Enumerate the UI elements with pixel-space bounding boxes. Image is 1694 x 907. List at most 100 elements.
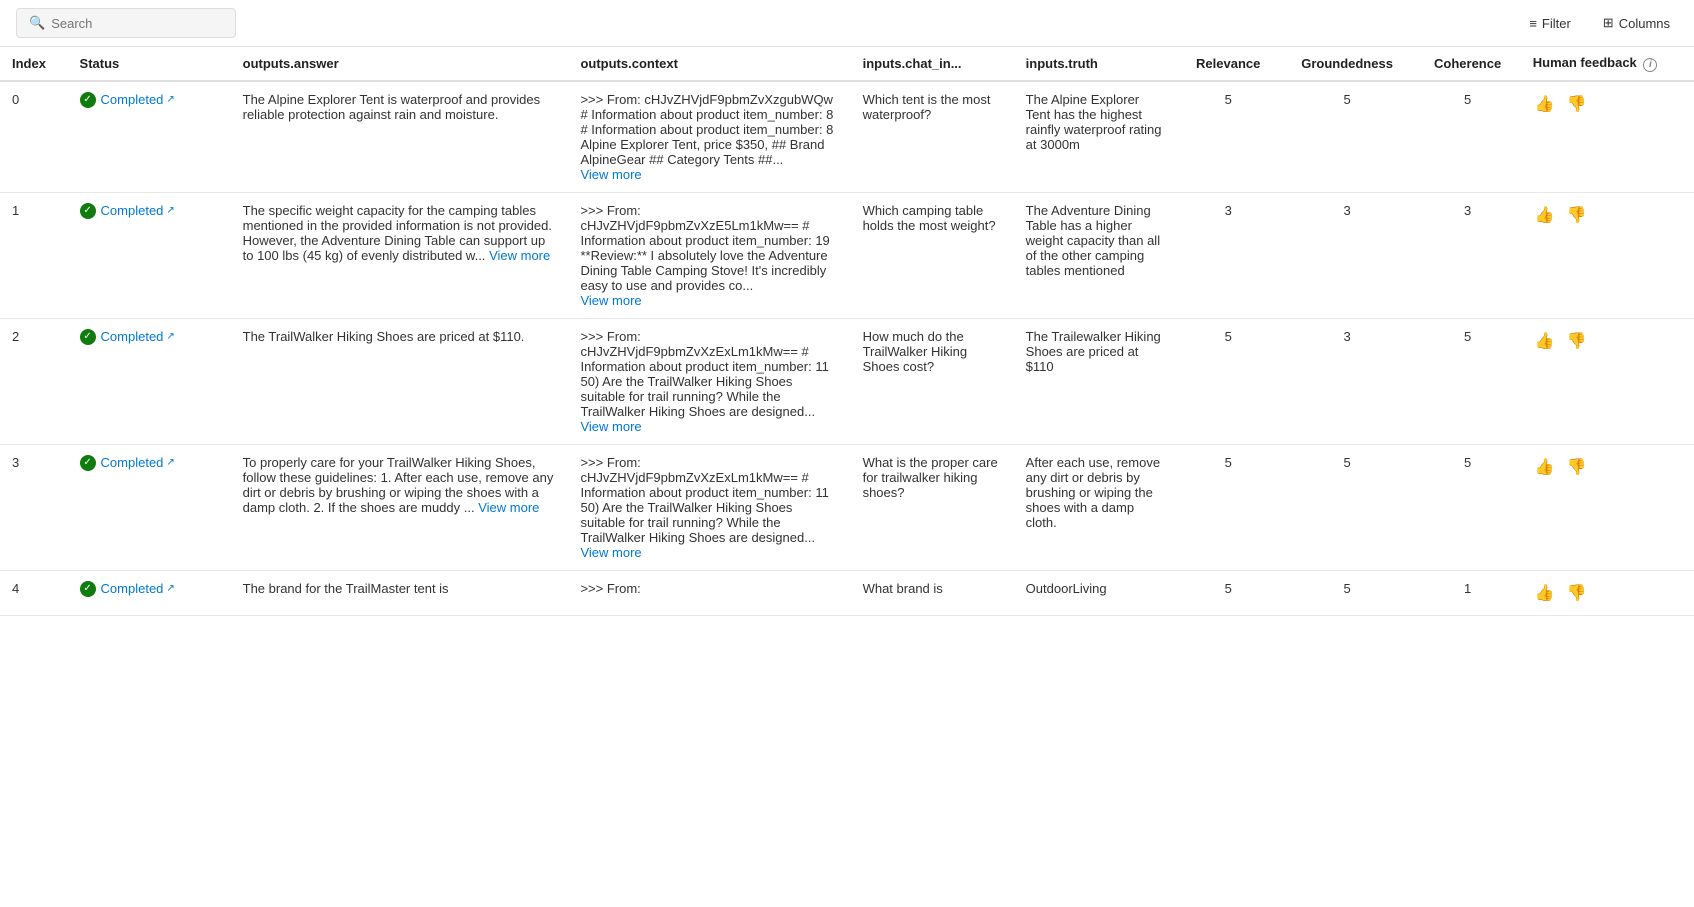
cell-human-feedback: 👍 👎 — [1521, 192, 1694, 318]
cell-relevance: 5 — [1177, 444, 1280, 570]
thumbs-down-button[interactable]: 👎 — [1565, 329, 1589, 353]
toolbar-right: ≡ Filter ⊞ Columns — [1521, 11, 1678, 35]
status-link[interactable]: Completed ↗ — [101, 92, 175, 107]
status-link[interactable]: Completed ↗ — [101, 329, 175, 344]
cell-answer: The Alpine Explorer Tent is waterproof a… — [231, 81, 569, 193]
status-text: Completed — [101, 329, 164, 344]
status-check-icon: ✓ — [80, 329, 96, 345]
table-row: 1 ✓ Completed ↗ The specific weight capa… — [0, 192, 1694, 318]
external-link-icon: ↗ — [166, 583, 174, 594]
context-view-more[interactable]: View more — [580, 545, 641, 560]
status-text: Completed — [101, 581, 164, 596]
status-text: Completed — [101, 92, 164, 107]
col-header-outputs-answer: outputs.answer — [231, 47, 569, 81]
cell-chat-in: How much do the TrailWalker Hiking Shoes… — [851, 318, 1014, 444]
search-icon: 🔍 — [29, 15, 45, 31]
columns-icon: ⊞ — [1603, 15, 1614, 31]
cell-coherence: 3 — [1415, 192, 1521, 318]
cell-groundedness: 3 — [1280, 192, 1415, 318]
external-link-icon: ↗ — [166, 94, 174, 105]
cell-relevance: 5 — [1177, 81, 1280, 193]
filter-label: Filter — [1542, 16, 1571, 31]
context-view-more[interactable]: View more — [580, 167, 641, 182]
answer-view-more[interactable]: View more — [489, 248, 550, 263]
thumbs-down-button[interactable]: 👎 — [1565, 92, 1589, 116]
feedback-icons: 👍 👎 — [1533, 92, 1682, 116]
cell-groundedness: 5 — [1280, 444, 1415, 570]
cell-context: >>> From: cHJvZHVjdF9pbmZvXzgubWQw # Inf… — [568, 81, 850, 193]
cell-human-feedback: 👍 👎 — [1521, 444, 1694, 570]
col-header-outputs-context: outputs.context — [568, 47, 850, 81]
status-badge: ✓ Completed ↗ — [80, 329, 219, 345]
thumbs-up-button[interactable]: 👍 — [1533, 455, 1557, 479]
status-badge: ✓ Completed ↗ — [80, 203, 219, 219]
cell-groundedness: 5 — [1280, 81, 1415, 193]
thumbs-down-button[interactable]: 👎 — [1565, 455, 1589, 479]
status-check-icon: ✓ — [80, 92, 96, 108]
table-header-row: Index Status outputs.answer outputs.cont… — [0, 47, 1694, 81]
status-link[interactable]: Completed ↗ — [101, 203, 175, 218]
col-header-relevance: Relevance — [1177, 47, 1280, 81]
table-row: 3 ✓ Completed ↗ To properly care for you… — [0, 444, 1694, 570]
cell-index: 1 — [0, 192, 68, 318]
cell-human-feedback: 👍 👎 — [1521, 318, 1694, 444]
context-text: >>> From: — [580, 581, 640, 596]
cell-chat-in: Which camping table holds the most weigh… — [851, 192, 1014, 318]
cell-answer: The TrailWalker Hiking Shoes are priced … — [231, 318, 569, 444]
cell-status: ✓ Completed ↗ — [68, 570, 231, 615]
filter-button[interactable]: ≡ Filter — [1521, 12, 1578, 35]
cell-answer: The brand for the TrailMaster tent is — [231, 570, 569, 615]
context-text: >>> From: cHJvZHVjdF9pbmZvXzE5Lm1kMw== #… — [580, 203, 829, 293]
thumbs-up-button[interactable]: 👍 — [1533, 203, 1557, 227]
col-header-index: Index — [0, 47, 68, 81]
col-header-human-feedback: Human feedback i — [1521, 47, 1694, 81]
status-text: Completed — [101, 203, 164, 218]
cell-context: >>> From: cHJvZHVjdF9pbmZvXzExLm1kMw== #… — [568, 444, 850, 570]
external-link-icon: ↗ — [166, 205, 174, 216]
data-table-container: Index Status outputs.answer outputs.cont… — [0, 47, 1694, 616]
cell-context: >>> From: cHJvZHVjdF9pbmZvXzExLm1kMw== #… — [568, 318, 850, 444]
status-badge: ✓ Completed ↗ — [80, 455, 219, 471]
cell-truth: After each use, remove any dirt or debri… — [1014, 444, 1177, 570]
search-input[interactable] — [51, 16, 223, 31]
feedback-icons: 👍 👎 — [1533, 329, 1682, 353]
cell-human-feedback: 👍 👎 — [1521, 570, 1694, 615]
thumbs-down-button[interactable]: 👎 — [1565, 203, 1589, 227]
answer-text: The Alpine Explorer Tent is waterproof a… — [243, 92, 540, 122]
cell-truth: The Adventure Dining Table has a higher … — [1014, 192, 1177, 318]
answer-text: The TrailWalker Hiking Shoes are priced … — [243, 329, 525, 344]
thumbs-up-button[interactable]: 👍 — [1533, 92, 1557, 116]
human-feedback-info-icon: i — [1643, 58, 1657, 72]
columns-button[interactable]: ⊞ Columns — [1595, 11, 1678, 35]
search-box: 🔍 — [16, 8, 236, 38]
cell-index: 0 — [0, 81, 68, 193]
col-header-inputs-truth: inputs.truth — [1014, 47, 1177, 81]
status-check-icon: ✓ — [80, 581, 96, 597]
cell-status: ✓ Completed ↗ — [68, 444, 231, 570]
thumbs-down-button[interactable]: 👎 — [1565, 581, 1589, 605]
status-check-icon: ✓ — [80, 455, 96, 471]
columns-label: Columns — [1619, 16, 1670, 31]
status-check-icon: ✓ — [80, 203, 96, 219]
cell-coherence: 1 — [1415, 570, 1521, 615]
cell-truth: The Alpine Explorer Tent has the highest… — [1014, 81, 1177, 193]
col-header-inputs-chat: inputs.chat_in... — [851, 47, 1014, 81]
cell-coherence: 5 — [1415, 318, 1521, 444]
status-text: Completed — [101, 455, 164, 470]
status-link[interactable]: Completed ↗ — [101, 455, 175, 470]
cell-relevance: 5 — [1177, 318, 1280, 444]
cell-coherence: 5 — [1415, 81, 1521, 193]
cell-status: ✓ Completed ↗ — [68, 81, 231, 193]
cell-context: >>> From: — [568, 570, 850, 615]
context-view-more[interactable]: View more — [580, 419, 641, 434]
cell-index: 4 — [0, 570, 68, 615]
cell-chat-in: What brand is — [851, 570, 1014, 615]
status-link[interactable]: Completed ↗ — [101, 581, 175, 596]
answer-view-more[interactable]: View more — [478, 500, 539, 515]
thumbs-up-button[interactable]: 👍 — [1533, 581, 1557, 605]
thumbs-up-button[interactable]: 👍 — [1533, 329, 1557, 353]
table-row: 4 ✓ Completed ↗ The brand for the TrailM… — [0, 570, 1694, 615]
context-view-more[interactable]: View more — [580, 293, 641, 308]
cell-answer: To properly care for your TrailWalker Hi… — [231, 444, 569, 570]
table-row: 2 ✓ Completed ↗ The TrailWalker Hiking S… — [0, 318, 1694, 444]
